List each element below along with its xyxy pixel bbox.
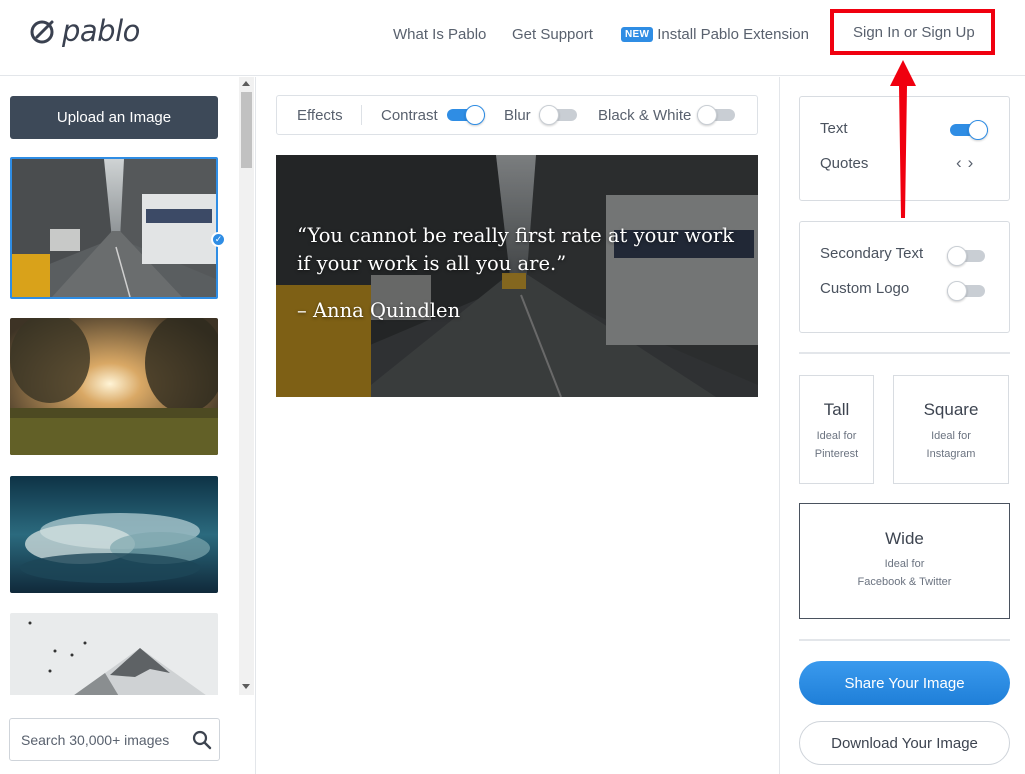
divider [799,639,1010,641]
black-white-label: Black & White [598,107,692,124]
nav-install-extension[interactable]: NEW Install Pablo Extension [621,26,809,43]
secondary-text-toggle[interactable] [947,246,985,266]
nav-get-support[interactable]: Get Support [512,26,593,43]
quote-text[interactable]: “You cannot be really first rate at your… [297,222,747,278]
pablo-logo-icon [30,20,54,44]
install-label: Install Pablo Extension [657,26,809,43]
sunset-grass-image [10,318,218,455]
upload-image-button[interactable]: Upload an Image [10,96,218,139]
clouds-sky-image [10,476,218,593]
search-icon[interactable] [192,730,212,750]
toggle-knob [539,105,559,125]
size-square-option[interactable]: Square Ideal for Instagram [893,375,1009,484]
chevron-right-icon[interactable]: › [968,153,980,172]
red-arrow-annotation-icon [890,60,916,218]
image-canvas[interactable]: “You cannot be really first rate at your… [276,155,758,397]
toggle-knob [947,246,967,266]
thumbnail-city-street[interactable] [10,157,218,299]
contrast-toggle[interactable] [447,105,485,125]
size-wide-desc-line2: Facebook & Twitter [857,576,952,588]
thumbnail-list: ✓ [0,157,238,695]
top-header: pablo What Is Pablo Get Support NEW Inst… [0,0,1025,76]
text-label: Text [820,120,848,137]
image-search-input[interactable] [11,720,183,759]
size-square-desc: Ideal for Instagram [894,427,1008,463]
size-tall-option[interactable]: Tall Ideal for Pinterest [799,375,874,484]
secondary-text-label: Secondary Text [820,245,924,262]
city-street-image [12,159,216,297]
size-tall-desc-line1: Ideal for [816,430,857,442]
blur-toggle[interactable] [539,105,577,125]
quotes-nav: ‹› [956,153,979,173]
toggle-knob [697,105,717,125]
custom-logo-toggle[interactable] [947,281,985,301]
thumbnail-clouds-sky[interactable] [10,476,218,593]
custom-logo-label: Custom Logo [820,280,910,297]
extra-settings-card: Secondary Text Custom Logo [799,221,1010,333]
snowy-mountain-image [10,613,218,695]
image-sidebar: Upload an Image ✓ [0,77,256,774]
size-wide-title: Wide [885,529,924,548]
download-image-button[interactable]: Download Your Image [799,721,1010,765]
scroll-up-arrow-icon[interactable] [242,81,250,86]
toggle-knob [968,120,988,140]
blur-label: Blur [504,107,531,124]
signin-button[interactable]: Sign In or Sign Up [853,24,975,41]
scroll-down-arrow-icon[interactable] [242,684,250,689]
scroll-thumb[interactable] [241,92,252,168]
thumbnail-scrollbar[interactable] [239,77,254,695]
selected-check-icon: ✓ [211,232,226,247]
size-wide-option[interactable]: Wide Ideal for Facebook & Twitter [799,503,1010,619]
effects-bar: Effects Contrast Blur Black & White [276,95,758,135]
black-white-toggle[interactable] [697,105,735,125]
size-square-desc-line2: Instagram [926,448,976,460]
contrast-label: Contrast [381,107,438,124]
size-square-desc-line1: Ideal for [931,430,971,442]
new-badge: NEW [621,27,654,42]
pablo-logo[interactable]: pablo [28,14,140,48]
image-search-box [9,718,220,761]
size-wide-desc-line1: Ideal for [884,558,925,570]
size-tall-desc: Ideal for Pinterest [800,427,873,463]
logo-text: pablo [62,14,140,48]
size-tall-title: Tall [823,400,850,419]
quotes-label: Quotes [820,155,869,172]
text-toggle[interactable] [950,120,988,140]
thumbnail-sunset-grass[interactable] [10,318,218,455]
effects-divider [361,105,362,125]
thumbnail-snowy-mountain[interactable] [10,613,218,695]
size-tall-desc-line2: Pinterest [814,448,859,460]
size-square-title: Square [923,400,979,419]
quote-author[interactable]: – Anna Quindlen [297,299,460,322]
nav-what-is-pablo[interactable]: What Is Pablo [393,26,486,43]
toggle-knob [947,281,967,301]
chevron-left-icon[interactable]: ‹ [956,153,968,172]
size-wide-desc: Ideal for Facebook & Twitter [800,555,1009,591]
divider [799,352,1010,354]
toggle-knob [465,105,485,125]
share-image-button[interactable]: Share Your Image [799,661,1010,705]
effects-label: Effects [297,107,343,124]
